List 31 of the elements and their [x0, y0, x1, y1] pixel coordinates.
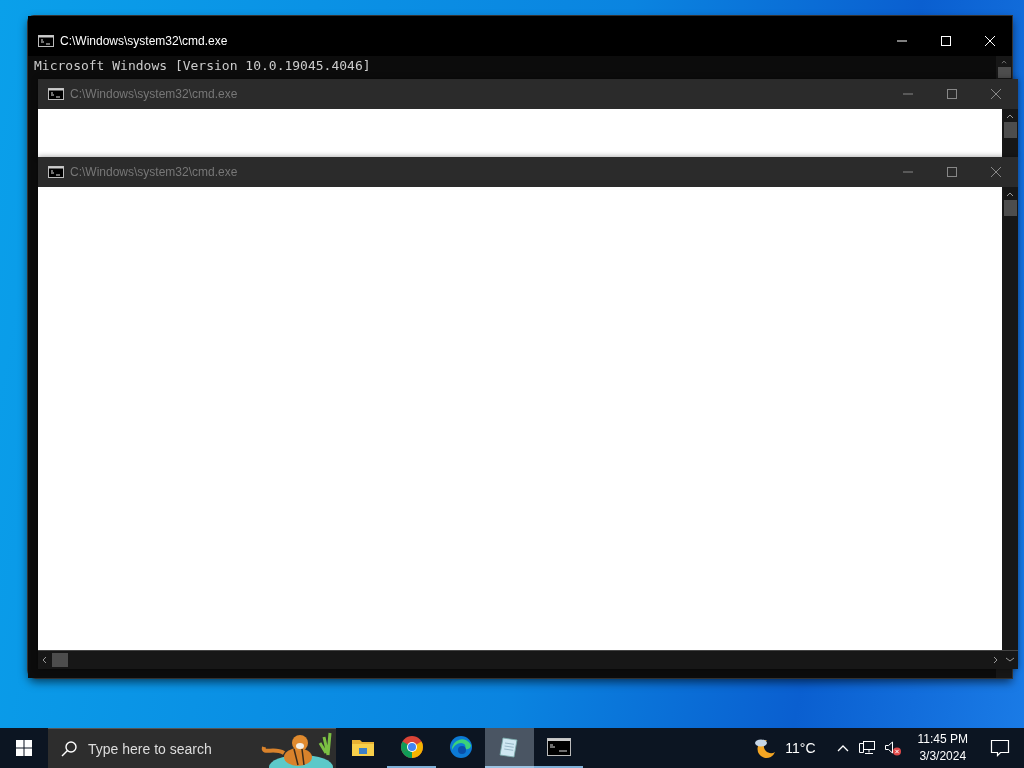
console-icon [38, 35, 54, 47]
console-icon [48, 166, 64, 178]
console-icon [48, 88, 64, 100]
scroll-up-icon[interactable] [999, 59, 1009, 65]
horizontal-scrollbar[interactable] [38, 650, 1018, 669]
folder-icon [350, 737, 375, 757]
search-field[interactable]: Type here to search [86, 739, 250, 758]
scroll-thumb[interactable] [1003, 200, 1017, 216]
search-icon [60, 739, 78, 758]
browser-icon [448, 735, 473, 759]
muted-speaker-icon[interactable] [883, 740, 902, 756]
scroll-thumb[interactable] [1003, 122, 1017, 138]
notification-icon[interactable] [990, 739, 1010, 757]
console-text: Microsoft Windows [Version 10.0.19045.4046] [34, 58, 372, 73]
network-icon[interactable] [857, 740, 876, 756]
search-box[interactable]: Type here to search [48, 728, 336, 768]
window-title: C:\Windows\system32\cmd.exe [70, 87, 239, 101]
browser-icon [399, 735, 424, 759]
window-title: C:\Windows\system32\cmd.exe [60, 34, 229, 48]
scroll-thumb[interactable] [52, 653, 68, 667]
console-icon [546, 738, 571, 756]
window-title: C:\Windows\system32\cmd.exe [70, 165, 239, 179]
clock-time[interactable]: 11:45 PM [917, 731, 968, 748]
chevron-up-icon[interactable] [835, 743, 850, 753]
windows-logo-icon[interactable] [16, 740, 32, 756]
scroll-thumb[interactable] [997, 66, 1011, 78]
scroll-up-icon[interactable] [1005, 190, 1015, 198]
temperature-text[interactable]: 11°C [785, 740, 816, 756]
taskbar-button[interactable] [485, 728, 534, 768]
scroll-up-icon[interactable] [1005, 112, 1015, 120]
clock-date[interactable]: 3/3/2024 [919, 748, 967, 765]
